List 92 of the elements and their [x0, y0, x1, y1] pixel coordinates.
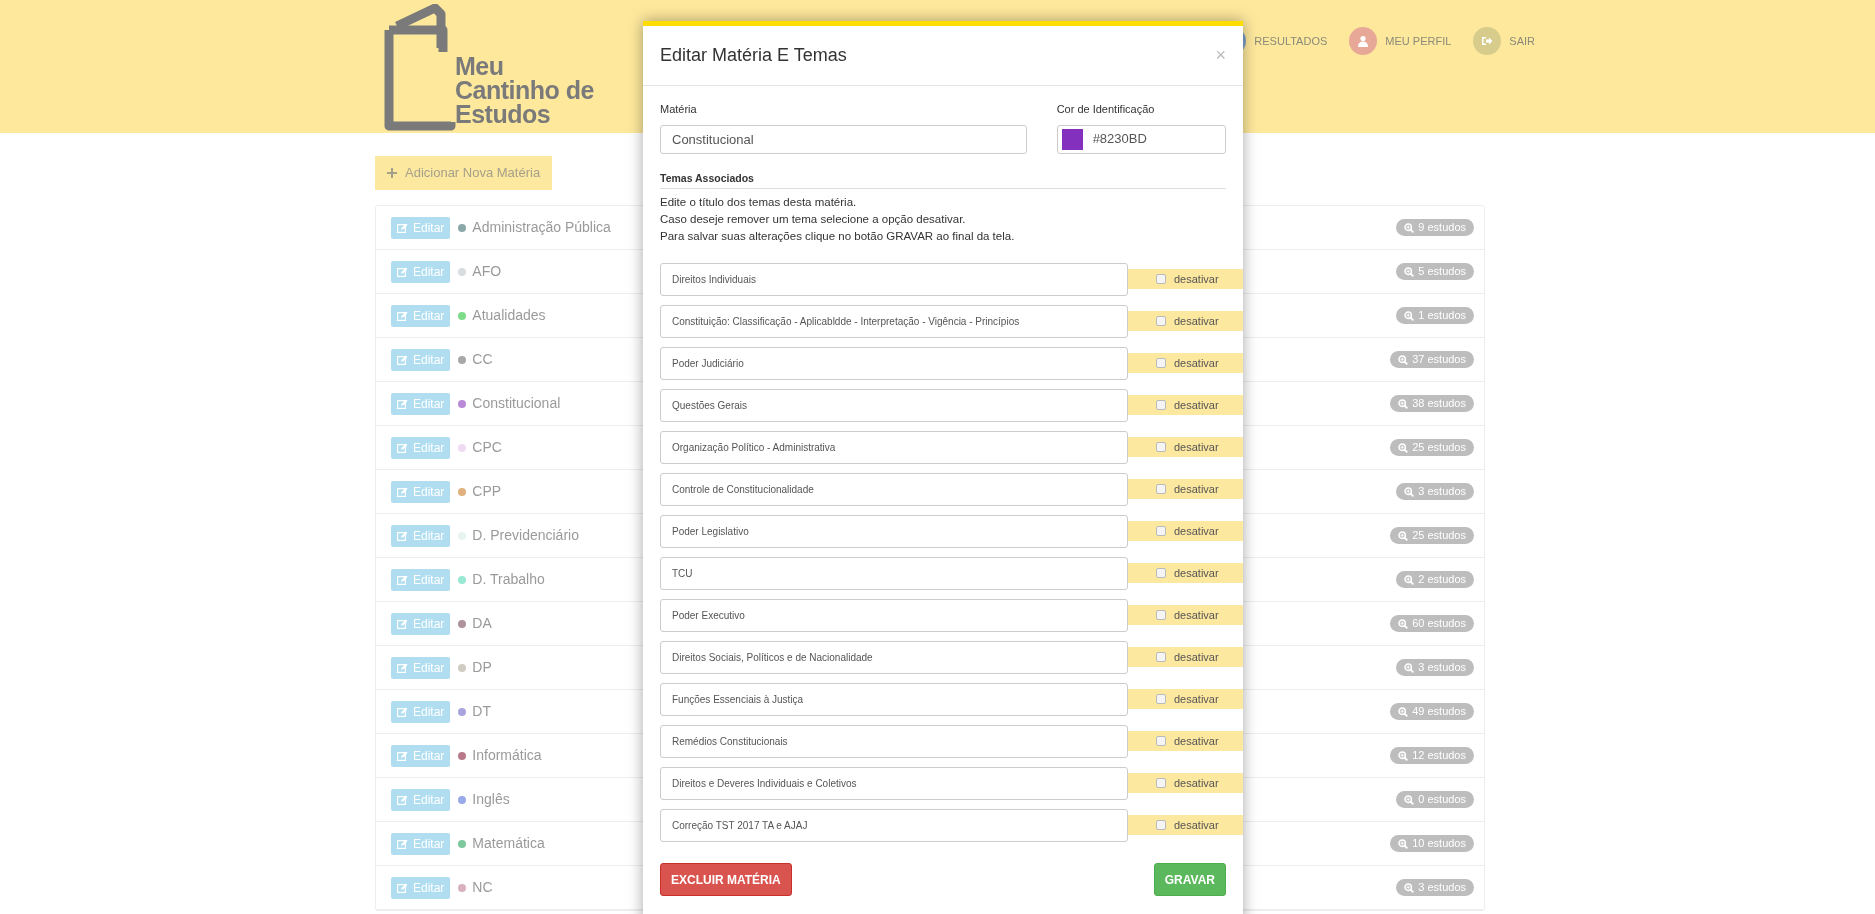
deactivate-toggle[interactable]: desativar — [1128, 310, 1243, 331]
section-title: Temas Associados — [660, 170, 1226, 190]
study-count[interactable]: 2 estudos — [1396, 571, 1474, 588]
edit-button[interactable]: Editar — [391, 348, 451, 371]
subject-name: Matemática — [472, 834, 545, 853]
edit-button[interactable]: Editar — [391, 392, 451, 415]
edit-button[interactable]: Editar — [391, 788, 451, 811]
deactivate-toggle[interactable]: desativar — [1128, 730, 1243, 751]
study-count[interactable]: 0 estudos — [1396, 791, 1474, 808]
subject-name: DT — [472, 702, 492, 721]
subject-name: Inglês — [472, 790, 510, 809]
edit-button[interactable]: Editar — [391, 480, 451, 503]
instruction-text: Para salvar suas alterações clique no botão GRAVAR ao final da tela. — [660, 229, 1016, 245]
subject-name: D. Trabalho — [472, 570, 545, 589]
deactivate-toggle[interactable]: desativar — [1128, 436, 1243, 457]
study-count[interactable]: 1 estudos — [1396, 307, 1474, 324]
edit-button[interactable]: Editar — [391, 216, 451, 239]
edit-button[interactable]: Editar — [391, 612, 451, 635]
study-count[interactable]: 5 estudos — [1396, 263, 1474, 280]
edit-button[interactable]: Editar — [391, 524, 451, 547]
topic-field[interactable]: Poder Judiciário — [660, 347, 1128, 381]
deactivate-toggle[interactable]: desativar — [1128, 394, 1243, 415]
topic-field[interactable]: Questões Gerais — [660, 389, 1128, 423]
subject-name: DP — [472, 658, 492, 677]
study-count[interactable]: 60 estudos — [1390, 615, 1474, 632]
subject-name: AFO — [472, 262, 502, 281]
subject-name: D. Previdenciário — [472, 526, 579, 545]
subject-name: Atualidades — [472, 306, 546, 325]
deactivate-toggle[interactable]: desativar — [1128, 478, 1243, 499]
edit-button[interactable]: Editar — [391, 876, 451, 899]
subject-name: CPP — [472, 482, 502, 501]
nav-link[interactable]: SAIR — [1473, 27, 1535, 55]
edit-button[interactable]: Editar — [391, 436, 451, 459]
topic-field[interactable]: Direitos Individuais — [660, 263, 1128, 297]
edit-button[interactable]: Editar — [391, 568, 451, 591]
study-count[interactable]: 25 estudos — [1390, 439, 1474, 456]
study-count[interactable]: 3 estudos — [1396, 483, 1474, 500]
study-count[interactable]: 38 estudos — [1390, 395, 1474, 412]
study-count[interactable]: 3 estudos — [1396, 659, 1474, 676]
subject-field[interactable]: Constitucional — [660, 124, 1027, 154]
topic-field[interactable]: Poder Legislativo — [660, 515, 1128, 549]
edit-button[interactable]: Editar — [391, 700, 451, 723]
topic-field[interactable]: Correção TST 2017 TA e AJAJ — [660, 809, 1128, 843]
deactivate-toggle[interactable]: desativar — [1128, 688, 1243, 709]
topic-field[interactable]: Direitos Sociais, Políticos e de Nacionalidade — [660, 641, 1128, 675]
edit-button[interactable]: Editar — [391, 744, 451, 767]
subject-name: Informática — [472, 746, 542, 765]
deactivate-toggle[interactable]: desativar — [1128, 814, 1243, 835]
study-count[interactable]: 10 estudos — [1390, 835, 1474, 852]
topic-field[interactable]: Remédios Constitucionais — [660, 725, 1128, 759]
nav-link[interactable]: MEU PERFIL — [1349, 27, 1452, 55]
delete-button[interactable]: EXCLUIR MATÉRIA — [660, 863, 792, 897]
study-count[interactable]: 25 estudos — [1390, 527, 1474, 544]
study-count[interactable]: 9 estudos — [1396, 219, 1474, 236]
deactivate-toggle[interactable]: desativar — [1128, 562, 1243, 583]
study-count[interactable]: 37 estudos — [1390, 351, 1474, 368]
topic-field[interactable]: Controle de Constitucionalidade — [660, 473, 1128, 507]
edit-button[interactable]: Editar — [391, 656, 451, 679]
topic-field[interactable]: Constituição: Classificação - Aplicabldde - Interpretação - Vigência - Princípios — [660, 305, 1128, 339]
study-count[interactable]: 12 estudos — [1390, 747, 1474, 764]
logo-text: Meu Cantinho de Estudos — [455, 54, 595, 126]
save-button[interactable]: GRAVAR — [1153, 863, 1226, 897]
field-label: Matéria — [660, 102, 698, 117]
instruction-text: Caso deseje remover um tema selecione a opção desativar. — [660, 212, 967, 228]
deactivate-toggle[interactable]: desativar — [1128, 772, 1243, 793]
instruction-text: Edite o título dos temas desta matéria. — [660, 195, 858, 211]
dialog-title: Editar Matéria E Temas — [660, 44, 847, 67]
edit-button[interactable]: Editar — [391, 260, 451, 283]
subject-name: CPC — [472, 438, 502, 457]
close-button[interactable]: × — [1215, 42, 1226, 69]
topic-field[interactable]: Funções Essenciais à Justiça — [660, 683, 1128, 717]
topic-field[interactable]: Poder Executivo — [660, 599, 1128, 633]
topic-field[interactable]: Organização Político - Administrativa — [660, 431, 1128, 465]
edit-button[interactable]: Editar — [391, 832, 451, 855]
deactivate-toggle[interactable]: desativar — [1128, 352, 1243, 373]
subject-name: Constitucional — [472, 394, 561, 413]
field-label: Cor de Identificação — [1056, 102, 1156, 117]
subject-name: NC — [472, 878, 493, 897]
deactivate-toggle[interactable]: desativar — [1128, 268, 1243, 289]
add-subject-button[interactable]: Adicionar Nova Matéria — [375, 156, 553, 190]
study-count[interactable]: 49 estudos — [1390, 703, 1474, 720]
deactivate-toggle[interactable]: desativar — [1128, 646, 1243, 667]
topic-field[interactable]: TCU — [660, 557, 1128, 591]
deactivate-toggle[interactable]: desativar — [1128, 520, 1243, 541]
subject-name: DA — [472, 614, 492, 633]
study-count[interactable]: 3 estudos — [1396, 879, 1474, 896]
subject-name: CC — [472, 350, 493, 369]
subject-name: Administração Pública — [472, 218, 611, 237]
edit-button[interactable]: Editar — [391, 304, 451, 327]
color-field[interactable]: #8230BD — [1056, 124, 1226, 154]
deactivate-toggle[interactable]: desativar — [1128, 604, 1243, 625]
topic-field[interactable]: Direitos e Deveres Individuais e Coletivos — [660, 767, 1128, 801]
